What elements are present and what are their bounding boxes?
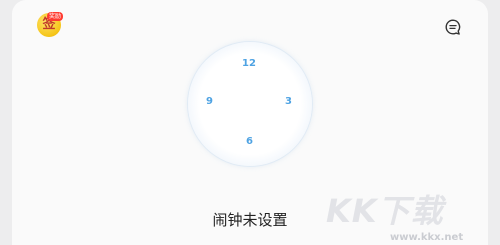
signin-badge: 奖励	[47, 12, 64, 21]
feedback-button[interactable]	[444, 18, 462, 36]
clock-number-12: 12	[242, 58, 256, 69]
watermark-logo: KK下载	[326, 192, 444, 230]
clock-number-6: 6	[246, 136, 253, 147]
clock-number-9: 9	[206, 96, 213, 107]
clock-face[interactable]: 12 3 6 9	[188, 42, 312, 166]
clock-number-3: 3	[285, 96, 292, 107]
chat-bubble-icon	[445, 19, 461, 35]
watermark-url: www.kkx.net	[390, 232, 464, 243]
signin-button[interactable]: 签 奖励	[37, 12, 64, 39]
